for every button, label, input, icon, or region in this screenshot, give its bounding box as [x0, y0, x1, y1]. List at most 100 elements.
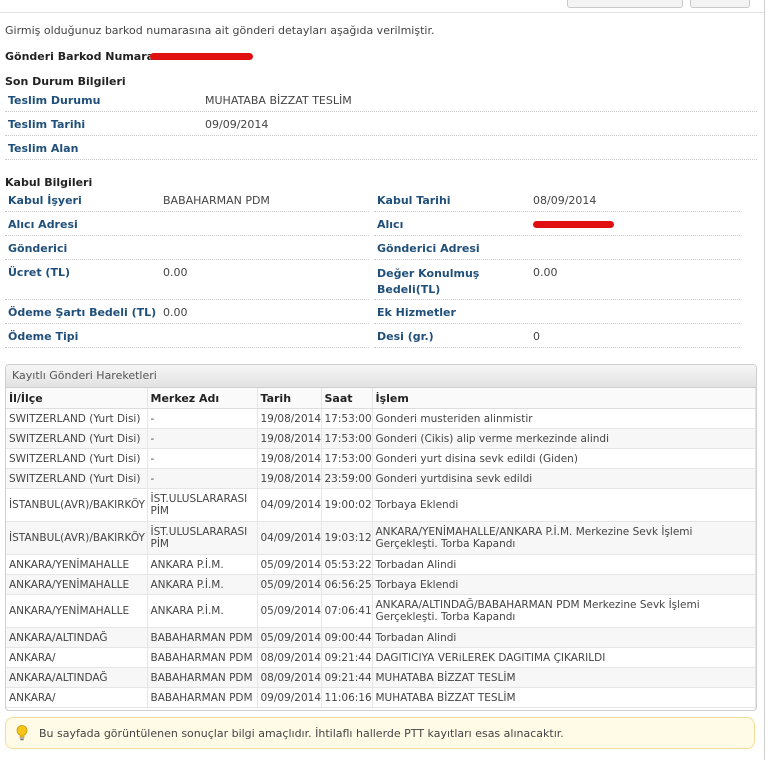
cell-merkez: İST.ULUSLARARASI PİM	[147, 488, 258, 522]
cell-tarih: 04/09/2014	[257, 521, 322, 555]
ucret-value: 0.00	[163, 266, 188, 279]
kabul-isyeri-value: BABAHARMAN PDM	[163, 194, 270, 207]
gonderici-label: Gönderici	[8, 242, 68, 255]
teslim-durumu-label: Teslim Durumu	[8, 94, 101, 107]
cell-islem: MUHATABA BİZZAT TESLİM	[372, 667, 756, 688]
cell-islem: Torbaya Eklendi	[372, 488, 756, 522]
row-divider	[374, 347, 740, 348]
desi-value: 0	[533, 330, 540, 343]
column-header-il-ilce: İl/İlçe	[6, 388, 148, 409]
cell-saat: 19:00:02	[321, 488, 373, 522]
toolbar-button-left[interactable]	[567, 0, 683, 8]
row-divider	[374, 211, 740, 212]
ucret-label: Ücret (TL)	[8, 266, 70, 279]
cell-il-ilce: ANKARA/	[6, 687, 148, 708]
row-divider	[5, 323, 369, 324]
lightbulb-icon	[16, 725, 28, 741]
table-row: ANKARA/ALTINDAĞ BABAHARMAN PDM 05/09/2014 0…	[6, 627, 756, 648]
intro-text: Girmiş olduğunuz barkod numarasına ait g…	[5, 24, 435, 37]
cell-tarih: 05/09/2014	[257, 594, 322, 628]
alici-redaction	[533, 221, 614, 228]
table-row: ANKARA/YENİMAHALLE ANKARA P.İ.M. 05/09/201…	[6, 554, 756, 575]
row-divider	[5, 259, 369, 260]
table-row: SWITZERLAND (Yurt Disi) -19/08/2014 23:59:…	[6, 468, 756, 489]
teslim-tarihi-value: 09/09/2014	[205, 118, 269, 131]
cell-il-ilce: ANKARA/YENİMAHALLE	[6, 594, 148, 628]
cell-merkez: İST.ULUSLARARASI PİM	[147, 521, 258, 555]
table-header-row: İl/İlçe Merkez Adı Tarih Saat İşlem	[6, 388, 756, 409]
teslim-durumu-value: MUHATABA BİZZAT TESLİM	[205, 94, 352, 107]
cell-il-ilce: İSTANBUL(AVR)/BAKIRKÖY	[6, 488, 148, 522]
cell-tarih: 05/09/2014	[257, 627, 322, 648]
cell-tarih: 19/08/2014	[257, 468, 322, 489]
teslim-alan-label: Teslim Alan	[8, 142, 79, 155]
cell-tarih: 09/09/2014	[257, 687, 322, 708]
odeme-tipi-label: Ödeme Tipi	[8, 330, 79, 343]
cell-islem: Gonderi musteriden alinmistir	[372, 408, 756, 429]
cell-il-ilce: ANKARA/ALTINDAĞ	[6, 627, 148, 648]
cell-islem: Gonderi yurtdisina sevk edildi	[372, 468, 756, 489]
table-row: ANKARA/BABAHARMAN PDM 08/09/2014 09:21:44 D…	[6, 647, 756, 668]
cell-il-ilce: ANKARA/YENİMAHALLE	[6, 554, 148, 575]
kabul-title: Kabul Bilgileri	[5, 176, 93, 189]
cell-tarih: 05/09/2014	[257, 574, 322, 595]
cell-il-ilce: SWITZERLAND (Yurt Disi)	[6, 448, 148, 469]
cell-islem: MUHATABA BİZZAT TESLİM	[372, 687, 756, 708]
cell-saat: 11:06:16	[321, 687, 373, 708]
cell-il-ilce: SWITZERLAND (Yurt Disi)	[6, 408, 148, 429]
cell-merkez: BABAHARMAN PDM	[147, 667, 258, 688]
cell-islem: ANKARA/ALTINDAĞ/BABAHARMAN PDM Merkezine…	[372, 594, 756, 628]
cell-tarih: 19/08/2014	[257, 428, 322, 449]
cell-merkez: -	[147, 428, 258, 449]
cell-tarih: 08/09/2014	[257, 667, 322, 688]
table-row: ANKARA/YENİMAHALLE ANKARA P.İ.M. 05/09/201…	[6, 594, 756, 628]
cell-saat: 19:03:12	[321, 521, 373, 555]
table-row: SWITZERLAND (Yurt Disi) -19/08/2014 17:53:…	[6, 448, 756, 469]
cell-merkez: BABAHARMAN PDM	[147, 627, 258, 648]
row-divider	[5, 159, 757, 160]
toolbar-button-right[interactable]	[690, 0, 750, 8]
cell-il-ilce: ANKARA/YENİMAHALLE	[6, 574, 148, 595]
row-divider	[5, 235, 369, 236]
row-divider	[374, 299, 740, 300]
teslim-tarihi-label: Teslim Tarihi	[8, 118, 86, 131]
deger-konulmus-value: 0.00	[533, 266, 558, 279]
gonderici-adresi-label: Gönderici Adresi	[377, 242, 480, 255]
movements-body: SWITZERLAND (Yurt Disi) -19/08/2014 17:53:…	[6, 408, 756, 708]
row-divider	[374, 235, 740, 236]
cell-saat: 23:59:00	[321, 468, 373, 489]
kabul-isyeri-label: Kabul İşyeri	[8, 194, 82, 207]
cell-islem: Gonderi yurt disina sevk edildi (Giden)	[372, 448, 756, 469]
cell-merkez: -	[147, 448, 258, 469]
cell-il-ilce: İSTANBUL(AVR)/BAKIRKÖY	[6, 521, 148, 555]
page-border	[764, 0, 765, 760]
cell-saat: 17:53:00	[321, 448, 373, 469]
cell-merkez: -	[147, 408, 258, 429]
son-durum-title: Son Durum Bilgileri	[5, 75, 126, 88]
cell-tarih: 04/09/2014	[257, 488, 322, 522]
row-divider	[5, 299, 369, 300]
cell-il-ilce: ANKARA/	[6, 647, 148, 668]
alici-adresi-label: Alıcı Adresi	[8, 218, 78, 231]
cell-tarih: 08/09/2014	[257, 647, 322, 668]
info-notice: Bu sayfada görüntülenen sonuçlar bilgi a…	[5, 717, 755, 749]
row-divider	[5, 111, 757, 112]
cell-islem: Gonderi (Cikis) alip verme merkezinde al…	[372, 428, 756, 449]
cell-merkez: ANKARA P.İ.M.	[147, 594, 258, 628]
cell-il-ilce: SWITZERLAND (Yurt Disi)	[6, 428, 148, 449]
cell-saat: 17:53:00	[321, 428, 373, 449]
movements-panel: Kayıtlı Gönderi Hareketleri İl/İlçe Merk…	[5, 364, 757, 711]
notice-text: Bu sayfada görüntülenen sonuçlar bilgi a…	[39, 727, 564, 740]
kabul-tarihi-value: 08/09/2014	[533, 194, 597, 207]
movements-table: İl/İlçe Merkez Adı Tarih Saat İşlem SWIT…	[6, 388, 756, 708]
odeme-sarti-label: Ödeme Şartı Bedeli (TL)	[8, 306, 157, 319]
top-toolbar	[0, 0, 765, 13]
barcode-redaction	[150, 53, 253, 60]
cell-merkez: ANKARA P.İ.M.	[147, 574, 258, 595]
table-row: ANKARA/BABAHARMAN PDM 09/09/2014 11:06:16 M…	[6, 687, 756, 708]
table-row: SWITZERLAND (Yurt Disi) -19/08/2014 17:53:…	[6, 428, 756, 449]
cell-merkez: BABAHARMAN PDM	[147, 647, 258, 668]
cell-islem: Torbaya Eklendi	[372, 574, 756, 595]
cell-saat: 09:21:44	[321, 667, 373, 688]
table-row: İSTANBUL(AVR)/BAKIRKÖY İST.ULUSLARARASI P…	[6, 488, 756, 522]
